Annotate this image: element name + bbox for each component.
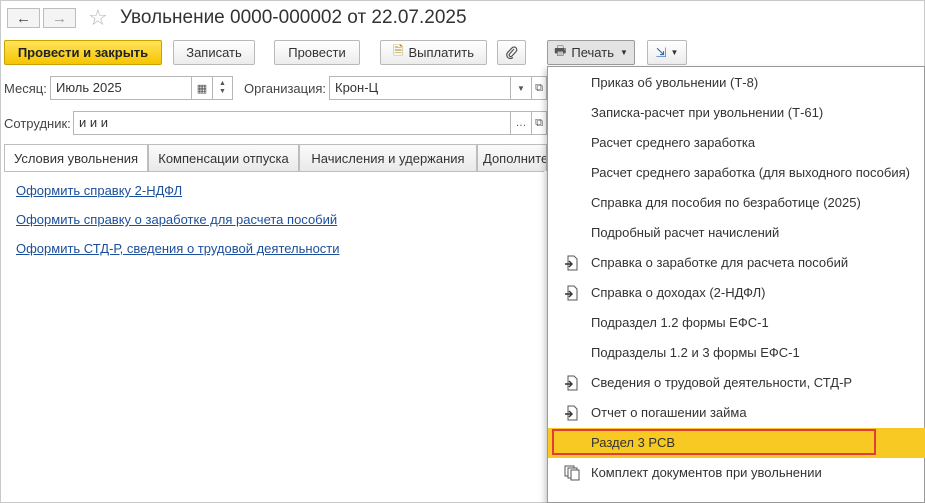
calendar-icon: ▦ xyxy=(196,82,208,95)
menu-item-std-r[interactable]: Сведения о трудовой деятельности, СТД-Р xyxy=(548,368,925,398)
menu-item-label: Расчет среднего заработка xyxy=(591,135,756,150)
export-document-icon xyxy=(565,375,578,391)
menu-item-efs1-subsections-1-2-3[interactable]: Подразделы 1.2 и 3 формы ЕФС-1 xyxy=(548,338,925,368)
pay-button[interactable]: 🗎 Выплатить xyxy=(380,40,487,65)
arrow-left-icon: ← xyxy=(16,9,31,27)
export-document-icon xyxy=(565,255,578,271)
link-2ndfl-certificate[interactable]: Оформить справку 2-НДФЛ xyxy=(16,183,182,198)
menu-item-label: Подробный расчет начислений xyxy=(591,225,780,240)
create-based-on-icon: ⇲ xyxy=(655,44,667,60)
menu-item-dismissal-document-set[interactable]: Комплект документов при увольнении xyxy=(548,458,925,488)
organization-dropdown-button[interactable]: ▼ xyxy=(510,76,532,100)
chevron-up-icon: ▲ xyxy=(219,80,226,87)
paperclip-icon xyxy=(505,45,517,59)
menu-item-label: Справка о заработке для расчета пособий xyxy=(591,255,849,270)
ellipsis-icon: … xyxy=(515,117,527,129)
chevron-down-icon: ▼ xyxy=(517,83,525,93)
print-button-label: Печать xyxy=(571,45,614,60)
month-field[interactable]: Июль 2025 xyxy=(50,76,192,100)
menu-item-efs1-subsection-1-2[interactable]: Подраздел 1.2 формы ЕФС-1 xyxy=(548,308,925,338)
arrow-right-icon: → xyxy=(52,9,67,27)
tab-dismissal-conditions[interactable]: Условия увольнения xyxy=(4,144,148,171)
calendar-button[interactable]: ▦ xyxy=(191,76,213,100)
forward-button[interactable]: → xyxy=(43,8,76,28)
organization-label: Организация: xyxy=(244,81,327,96)
payment-document-icon: 🗎 xyxy=(393,42,404,58)
organization-field[interactable]: Крон-Ц xyxy=(329,76,511,100)
menu-item-loan-repayment[interactable]: Отчет о погашении займа xyxy=(548,398,925,428)
menu-item-2ndfl[interactable]: Справка о доходах (2-НДФЛ) xyxy=(548,278,925,308)
export-document-icon xyxy=(565,405,578,421)
link-std-r[interactable]: Оформить СТД-Р, сведения о трудовой деят… xyxy=(16,241,340,256)
menu-item-earnings-certificate[interactable]: Справка о заработке для расчета пособий xyxy=(548,248,925,278)
chevron-down-icon: ▼ xyxy=(619,48,628,57)
menu-item-label: Записка-расчет при увольнении (Т-61) xyxy=(591,105,824,120)
link-earnings-certificate[interactable]: Оформить справку о заработке для расчета… xyxy=(16,212,337,227)
chevron-down-icon: ▼ xyxy=(219,88,226,95)
page-title: Увольнение 0000-000002 от 22.07.2025 xyxy=(120,7,467,28)
menu-item-unemployment-certificate[interactable]: Справка для пособия по безработице (2025… xyxy=(548,188,925,218)
menu-item-t8-order[interactable]: Приказ об увольнении (Т-8) xyxy=(548,68,925,98)
favorite-star-icon[interactable]: ☆ xyxy=(88,5,108,31)
month-label: Месяц: xyxy=(4,81,47,96)
menu-item-t61-note[interactable]: Записка-расчет при увольнении (Т-61) xyxy=(548,98,925,128)
post-and-close-button[interactable]: Провести и закрыть xyxy=(4,40,162,65)
month-stepper[interactable]: ▲ ▼ xyxy=(212,76,233,100)
tab-vacation-compensation[interactable]: Компенсации отпуска xyxy=(148,144,299,171)
employee-field[interactable]: и и и xyxy=(73,111,511,135)
menu-item-label: Отчет о погашении займа xyxy=(591,405,747,420)
save-button[interactable]: Записать xyxy=(173,40,255,65)
print-dropdown-menu: Приказ об увольнении (Т-8) Записка-расче… xyxy=(547,66,925,503)
open-form-icon: ⧉ xyxy=(535,81,543,94)
menu-item-label: Сведения о трудовой деятельности, СТД-Р xyxy=(591,375,853,390)
menu-item-detailed-accruals[interactable]: Подробный расчет начислений xyxy=(548,218,925,248)
employee-select-button[interactable]: … xyxy=(510,111,532,135)
pay-button-label: Выплатить xyxy=(408,45,474,60)
post-button[interactable]: Провести xyxy=(274,40,360,65)
employee-label: Сотрудник: xyxy=(4,116,71,131)
menu-item-label: Приказ об увольнении (Т-8) xyxy=(591,75,759,90)
print-button[interactable]: 🖶 Печать ▼ xyxy=(547,40,635,65)
organization-open-button[interactable]: ⧉ xyxy=(531,76,547,100)
menu-item-label: Раздел 3 РСВ xyxy=(591,435,676,450)
menu-item-average-earnings[interactable]: Расчет среднего заработка xyxy=(548,128,925,158)
printer-icon: 🖶 xyxy=(554,42,567,58)
menu-item-label: Комплект документов при увольнении xyxy=(591,465,822,480)
employee-open-button[interactable]: ⧉ xyxy=(531,111,547,135)
back-button[interactable]: ← xyxy=(7,8,40,28)
tab-divider xyxy=(4,171,544,172)
menu-item-average-earnings-severance[interactable]: Расчет среднего заработка (для выходного… xyxy=(548,158,925,188)
menu-item-label: Подразделы 1.2 и 3 формы ЕФС-1 xyxy=(591,345,800,360)
menu-item-label: Справка для пособия по безработице (2025… xyxy=(591,195,861,210)
menu-item-rsv-section-3[interactable]: Раздел 3 РСВ xyxy=(548,428,925,458)
create-based-on-button[interactable]: ⇲ ▼ xyxy=(647,40,687,65)
export-document-icon xyxy=(565,285,578,301)
menu-item-label: Расчет среднего заработка (для выходного… xyxy=(591,165,910,180)
chevron-down-icon: ▼ xyxy=(670,48,679,57)
menu-item-label: Справка о доходах (2-НДФЛ) xyxy=(591,285,766,300)
tab-accruals-deductions[interactable]: Начисления и удержания xyxy=(299,144,477,171)
tab-additional[interactable]: Дополнительно xyxy=(477,144,547,171)
open-form-icon: ⧉ xyxy=(535,116,543,129)
document-set-icon xyxy=(564,465,580,481)
menu-item-label: Подраздел 1.2 формы ЕФС-1 xyxy=(591,315,769,330)
attach-button[interactable] xyxy=(497,40,526,65)
